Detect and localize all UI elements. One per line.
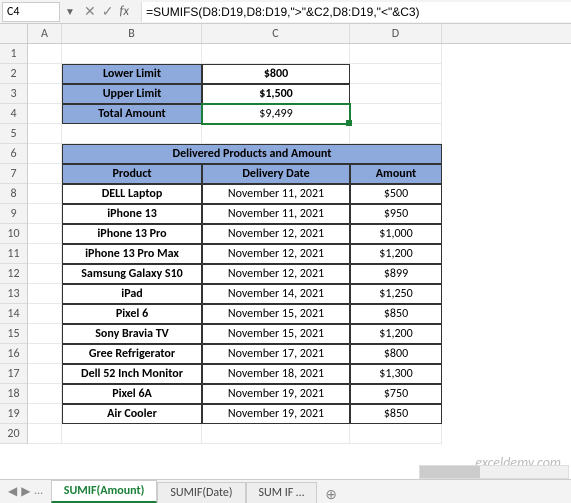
cell[interactable]: Pixel 6A xyxy=(62,384,202,404)
name-box[interactable]: C4 xyxy=(2,2,60,22)
formula-bar: C4 ▼ ✕ ✓ fx xyxy=(0,0,571,24)
row-header[interactable]: 2 xyxy=(0,64,27,84)
row-header[interactable]: 6 xyxy=(0,144,27,164)
row-header[interactable]: 12 xyxy=(0,264,27,284)
cell[interactable]: $1,250 xyxy=(350,284,442,304)
row-header[interactable]: 18 xyxy=(0,384,27,404)
cell[interactable]: iPhone 13 Pro Max xyxy=(62,244,202,264)
col-header-a[interactable]: A xyxy=(28,24,62,43)
cancel-icon[interactable]: ✕ xyxy=(84,3,96,20)
row-header[interactable]: 7 xyxy=(0,164,27,184)
row-header[interactable]: 3 xyxy=(0,84,27,104)
cell[interactable]: DELL Laptop xyxy=(62,184,202,204)
row-header[interactable]: 16 xyxy=(0,344,27,364)
tab-more-icon[interactable]: … xyxy=(34,484,42,499)
sheet-tabs-bar: ◀ ▶ … SUMIF(Amount) SUMIF(Date) SUM IF …… xyxy=(0,479,571,503)
cell[interactable]: $750 xyxy=(350,384,442,404)
col-product[interactable]: Product xyxy=(62,164,202,184)
cell[interactable]: iPhone 13 Pro xyxy=(62,224,202,244)
cell[interactable]: November 18, 2021 xyxy=(202,364,350,384)
row-header[interactable]: 19 xyxy=(0,404,27,424)
cell[interactable]: November 12, 2021 xyxy=(202,244,350,264)
row-header[interactable]: 5 xyxy=(0,124,27,144)
grid: A B C D 1 2 3 4 5 6 7 8 9 10 11 12 13 14… xyxy=(0,24,571,444)
cell[interactable]: November 11, 2021 xyxy=(202,184,350,204)
selected-cell[interactable]: $9,499 xyxy=(202,104,350,124)
cell[interactable]: November 14, 2021 xyxy=(202,284,350,304)
cell[interactable]: November 15, 2021 xyxy=(202,324,350,344)
cell[interactable]: November 17, 2021 xyxy=(202,344,350,364)
select-all-corner[interactable] xyxy=(0,24,28,43)
row-header[interactable]: 13 xyxy=(0,284,27,304)
cell[interactable]: iPad xyxy=(62,284,202,304)
cell[interactable]: $850 xyxy=(350,304,442,324)
formula-input[interactable] xyxy=(141,2,571,22)
col-header-b[interactable]: B xyxy=(62,24,202,43)
cell[interactable]: $1,000 xyxy=(350,224,442,244)
column-headers: A B C D xyxy=(0,24,571,44)
cell[interactable]: Air Cooler xyxy=(62,404,202,424)
cell[interactable]: $800 xyxy=(350,344,442,364)
scroll-thumb[interactable] xyxy=(420,466,480,478)
row-header[interactable]: 10 xyxy=(0,224,27,244)
tab-prev-icon[interactable]: ◀ xyxy=(8,484,17,499)
cell[interactable]: November 11, 2021 xyxy=(202,204,350,224)
tab-next-icon[interactable]: ▶ xyxy=(21,484,30,499)
table-title[interactable]: Delivered Products and Amount xyxy=(62,144,442,164)
cell[interactable]: November 15, 2021 xyxy=(202,304,350,324)
name-box-dropdown[interactable]: ▼ xyxy=(62,5,78,18)
row-header[interactable]: 1 xyxy=(0,44,27,64)
tab-navigation: ◀ ▶ … xyxy=(0,484,51,499)
fx-icon[interactable]: fx xyxy=(119,4,129,19)
row-header[interactable]: 8 xyxy=(0,184,27,204)
cell[interactable]: iPhone 13 xyxy=(62,204,202,224)
formula-controls: ✕ ✓ fx xyxy=(78,3,141,20)
cell[interactable]: $950 xyxy=(350,204,442,224)
col-header-c[interactable]: C xyxy=(202,24,350,43)
cell[interactable]: $500 xyxy=(350,184,442,204)
tab-sumif-date[interactable]: SUMIF(Date) xyxy=(157,482,245,503)
row-header[interactable]: 14 xyxy=(0,304,27,324)
cell[interactable]: Gree Refrigerator xyxy=(62,344,202,364)
cell[interactable]: Sony Bravia TV xyxy=(62,324,202,344)
cell[interactable]: $850 xyxy=(350,404,442,424)
cell[interactable]: Total Amount xyxy=(62,104,202,124)
cell[interactable]: November 12, 2021 xyxy=(202,264,350,284)
col-amount[interactable]: Amount xyxy=(350,164,442,184)
horizontal-scrollbar[interactable] xyxy=(419,465,569,479)
col-header-d[interactable]: D xyxy=(350,24,442,43)
tabs: SUMIF(Amount) SUMIF(Date) SUM IF … ⊕ xyxy=(51,480,345,503)
cell[interactable]: $1,500 xyxy=(202,84,350,104)
cell[interactable]: November 12, 2021 xyxy=(202,224,350,244)
cell[interactable]: Dell 52 Inch Monitor xyxy=(62,364,202,384)
row-header[interactable]: 11 xyxy=(0,244,27,264)
cell[interactable]: $1,300 xyxy=(350,364,442,384)
add-sheet-button[interactable]: ⊕ xyxy=(317,486,345,503)
cell[interactable]: $1,200 xyxy=(350,324,442,344)
row-header[interactable]: 20 xyxy=(0,424,27,444)
row-header[interactable]: 17 xyxy=(0,364,27,384)
row-header[interactable]: 9 xyxy=(0,204,27,224)
cells-area: Lower Limit$800 Upper Limit$1,500 Total … xyxy=(28,44,442,444)
row-header[interactable]: 15 xyxy=(0,324,27,344)
cell[interactable]: $1,200 xyxy=(350,244,442,264)
cell[interactable]: November 19, 2021 xyxy=(202,384,350,404)
tab-sumif-amount[interactable]: SUMIF(Amount) xyxy=(51,480,158,503)
cell[interactable]: Lower Limit xyxy=(62,64,202,84)
row-headers: 1 2 3 4 5 6 7 8 9 10 11 12 13 14 15 16 1… xyxy=(0,44,28,444)
tab-sumif-more[interactable]: SUM IF … xyxy=(246,482,318,503)
cell[interactable]: Samsung Galaxy S10 xyxy=(62,264,202,284)
cell[interactable]: $899 xyxy=(350,264,442,284)
col-date[interactable]: Delivery Date xyxy=(202,164,350,184)
enter-icon[interactable]: ✓ xyxy=(102,3,114,20)
row-header[interactable]: 4 xyxy=(0,104,27,124)
cell[interactable]: Upper Limit xyxy=(62,84,202,104)
cell[interactable]: Pixel 6 xyxy=(62,304,202,324)
cell[interactable]: November 19, 2021 xyxy=(202,404,350,424)
cell[interactable]: $800 xyxy=(202,64,350,84)
